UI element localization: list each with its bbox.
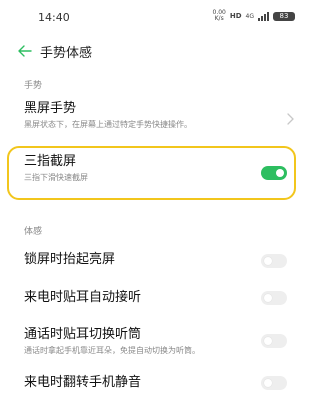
switch-earpiece-title: 通话时贴耳切换听筒 bbox=[24, 327, 142, 342]
flip-to-mute-toggle[interactable] bbox=[261, 376, 287, 390]
three-finger-screenshot-toggle[interactable] bbox=[261, 166, 287, 180]
raise-to-wake-title: 锁屏时抬起亮屏 bbox=[24, 252, 116, 267]
flip-to-mute-title: 来电时翻转手机静音 bbox=[24, 375, 142, 390]
setting-auto-answer[interactable]: 来电时贴耳自动接听 bbox=[24, 290, 289, 310]
chevron-right-icon bbox=[287, 113, 294, 125]
three-finger-screenshot-subtitle: 三指下滑快速截屏 bbox=[24, 173, 88, 182]
raise-to-wake-toggle[interactable] bbox=[261, 254, 287, 268]
screen-off-gesture-title: 黑屏手势 bbox=[24, 101, 77, 116]
switch-earpiece-toggle[interactable] bbox=[261, 334, 287, 348]
setting-three-finger-screenshot[interactable]: 三指截屏 三指下滑快速截屏 bbox=[24, 154, 289, 192]
status-time: 14:40 bbox=[38, 11, 70, 24]
top-nav: 手势体感 bbox=[0, 38, 307, 64]
hd-icon: HD bbox=[229, 12, 242, 20]
auto-answer-toggle[interactable] bbox=[261, 291, 287, 305]
section-label-motion: 体感 bbox=[24, 227, 43, 237]
screen-off-gesture-subtitle: 黑屏状态下，在屏幕上通过特定手势快捷操作。 bbox=[24, 120, 192, 129]
auto-answer-title: 来电时贴耳自动接听 bbox=[24, 290, 142, 305]
setting-flip-to-mute[interactable]: 来电时翻转手机静音 bbox=[24, 375, 289, 395]
network-type: 4G bbox=[245, 12, 254, 20]
switch-earpiece-subtitle: 通话时拿起手机靠近耳朵，免提自动切换为听筒。 bbox=[24, 346, 200, 355]
section-label-gestures: 手势 bbox=[24, 81, 43, 91]
setting-screen-off-gesture[interactable]: 黑屏手势 黑屏状态下，在屏幕上通过特定手势快捷操作。 bbox=[24, 101, 294, 139]
signal-icon bbox=[258, 11, 269, 21]
battery-icon: 83 bbox=[273, 11, 295, 21]
page-title: 手势体感 bbox=[40, 45, 93, 61]
status-bar: 14:40 0.00 K/s HD 4G 83 bbox=[0, 0, 307, 36]
network-speed-unit: K/s bbox=[214, 15, 224, 22]
three-finger-screenshot-title: 三指截屏 bbox=[24, 154, 77, 169]
back-arrow-icon[interactable] bbox=[16, 42, 34, 60]
setting-switch-earpiece[interactable]: 通话时贴耳切换听筒 通话时拿起手机靠近耳朵，免提自动切换为听筒。 bbox=[24, 327, 289, 363]
network-speed: 0.00 K/s bbox=[213, 10, 226, 22]
status-icons: 0.00 K/s HD 4G 83 bbox=[213, 10, 295, 22]
setting-raise-to-wake[interactable]: 锁屏时抬起亮屏 bbox=[24, 252, 289, 272]
